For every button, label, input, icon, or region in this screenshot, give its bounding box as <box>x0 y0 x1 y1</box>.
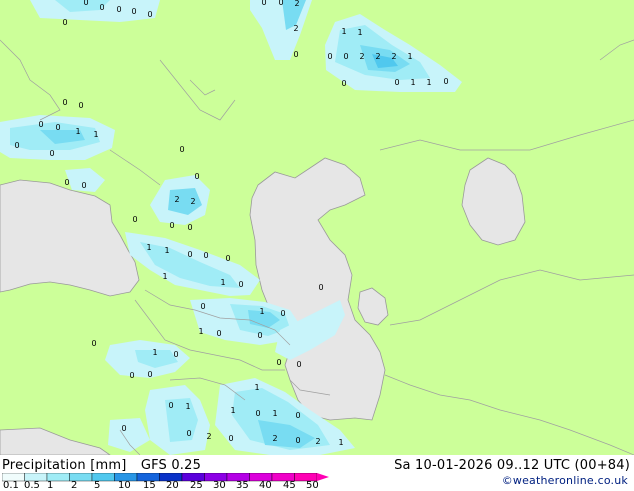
precip-value-marker: 0 <box>293 50 298 59</box>
precip-value-marker: 1 <box>162 272 167 281</box>
precip-value-marker: 0 <box>238 280 243 289</box>
precip-value-marker: 2 <box>272 434 277 443</box>
precip-value-marker: 1 <box>146 243 151 252</box>
legend-arrow <box>317 473 329 481</box>
legend-tick-label: 20 <box>166 480 179 491</box>
precip-value-marker: 0 <box>278 0 283 7</box>
precip-value-marker: 0 <box>179 145 184 154</box>
precip-value-marker: 1 <box>220 278 225 287</box>
legend-tick-label: 25 <box>190 480 203 491</box>
precip-value-marker: 1 <box>254 383 259 392</box>
precip-value-marker: 0 <box>341 79 346 88</box>
precip-value-marker: 1 <box>341 27 346 36</box>
product-title-text: Precipitation [mm] <box>2 458 127 473</box>
precip-value-marker: 0 <box>296 360 301 369</box>
precip-value-marker: 0 <box>203 251 208 260</box>
precip-value-marker: 0 <box>83 0 88 7</box>
model-name: GFS 0.25 <box>140 458 202 473</box>
precip-value-marker: 0 <box>62 18 67 27</box>
precip-value-marker: 0 <box>228 434 233 443</box>
precip-value-marker: 0 <box>257 331 262 340</box>
precip-value-marker: 0 <box>55 123 60 132</box>
precip-value-marker: 1 <box>357 28 362 37</box>
precip-value-marker: 0 <box>295 411 300 420</box>
precip-value-marker: 0 <box>62 98 67 107</box>
legend-tick-label: 50 <box>306 480 319 491</box>
precip-value-marker: 0 <box>280 309 285 318</box>
precip-value-marker: 0 <box>194 172 199 181</box>
precip-value-marker: 2 <box>391 52 396 61</box>
site-credit: ©weatheronline.co.uk <box>501 474 628 487</box>
legend-tick-label: 2 <box>71 480 78 491</box>
precip-value-marker: 0 <box>49 149 54 158</box>
precip-value-marker: 0 <box>187 223 192 232</box>
precip-value-marker: 2 <box>293 24 298 33</box>
precip-value-marker: 0 <box>394 78 399 87</box>
precip-value-marker: 1 <box>410 78 415 87</box>
precip-value-marker: 2 <box>375 52 380 61</box>
precip-value-marker: 0 <box>121 424 126 433</box>
precip-value-marker: 1 <box>338 438 343 447</box>
precip-value-marker: 2 <box>206 432 211 441</box>
precipitation-map: 0 0 0 0 0 0 0 0 2 2 0 1 1 0 0 2 2 2 1 0 0 1 1 0 0 0 0 0 1 1 0 0 0 0 0 0 2 2 0 0… <box>0 0 634 455</box>
precip-value-marker: 0 <box>216 329 221 338</box>
precip-value-marker: 1 <box>198 327 203 336</box>
legend-tick-label: 30 <box>213 480 226 491</box>
precip-value-marker: 2 <box>174 195 179 204</box>
precip-value-marker: 0 <box>343 52 348 61</box>
precip-value-marker: 2 <box>190 197 195 206</box>
precip-value-marker: 0 <box>147 370 152 379</box>
precip-value-marker: 1 <box>272 409 277 418</box>
precip-value-marker: 0 <box>187 250 192 259</box>
precip-value-marker: 1 <box>185 402 190 411</box>
precip-value-marker: 0 <box>318 283 323 292</box>
legend-tick-label: 5 <box>94 480 101 491</box>
precip-value-marker: 0 <box>91 339 96 348</box>
precip-value-marker: 0 <box>186 429 191 438</box>
valid-time: Sa 10-01-2026 09..12 UTC (00+84) <box>394 458 630 473</box>
legend-tick-label: 0.5 <box>24 480 40 491</box>
precip-value-marker: 1 <box>230 406 235 415</box>
legend-tick-label: 40 <box>259 480 272 491</box>
precip-value-marker: 0 <box>173 350 178 359</box>
precip-value-marker: 1 <box>407 52 412 61</box>
legend-tick-label: 15 <box>143 480 156 491</box>
precip-value-marker: 2 <box>294 0 299 8</box>
precip-value-marker: 0 <box>99 3 104 12</box>
legend-tick-label: 1 <box>47 480 54 491</box>
precip-value-marker: 0 <box>14 141 19 150</box>
precip-value-marker: 0 <box>225 254 230 263</box>
legend-tick-label: 0.1 <box>3 480 19 491</box>
precip-value-marker: 1 <box>164 246 169 255</box>
precip-value-marker: 1 <box>75 127 80 136</box>
precip-value-marker: 0 <box>131 7 136 16</box>
precip-value-marker: 0 <box>147 10 152 19</box>
precip-value-marker: 2 <box>315 437 320 446</box>
precip-value-marker: 0 <box>327 52 332 61</box>
precip-value-marker: 0 <box>168 401 173 410</box>
precip-value-marker: 2 <box>359 52 364 61</box>
precip-value-marker: 1 <box>93 130 98 139</box>
precip-value-marker: 0 <box>169 221 174 230</box>
precip-value-marker: 0 <box>255 409 260 418</box>
precip-value-marker: 1 <box>426 78 431 87</box>
precip-value-marker: 0 <box>38 120 43 129</box>
precip-value-marker: 0 <box>276 358 281 367</box>
precip-value-marker: 0 <box>78 101 83 110</box>
precip-value-marker: 0 <box>443 77 448 86</box>
precip-value-marker: 0 <box>132 215 137 224</box>
product-title: Precipitation [mm] GFS 0.25 <box>2 458 201 473</box>
legend-tick-label: 45 <box>283 480 296 491</box>
legend-tick-label: 35 <box>236 480 249 491</box>
precip-value-marker: 0 <box>200 302 205 311</box>
precip-value-marker: 0 <box>64 178 69 187</box>
legend-tick-label: 10 <box>118 480 131 491</box>
precip-value-marker: 0 <box>116 5 121 14</box>
precip-value-marker: 1 <box>152 348 157 357</box>
precip-value-marker: 0 <box>261 0 266 7</box>
precip-value-marker: 0 <box>295 436 300 445</box>
precip-value-marker: 0 <box>129 371 134 380</box>
precip-value-marker: 0 <box>81 181 86 190</box>
precip-value-marker: 1 <box>259 307 264 316</box>
